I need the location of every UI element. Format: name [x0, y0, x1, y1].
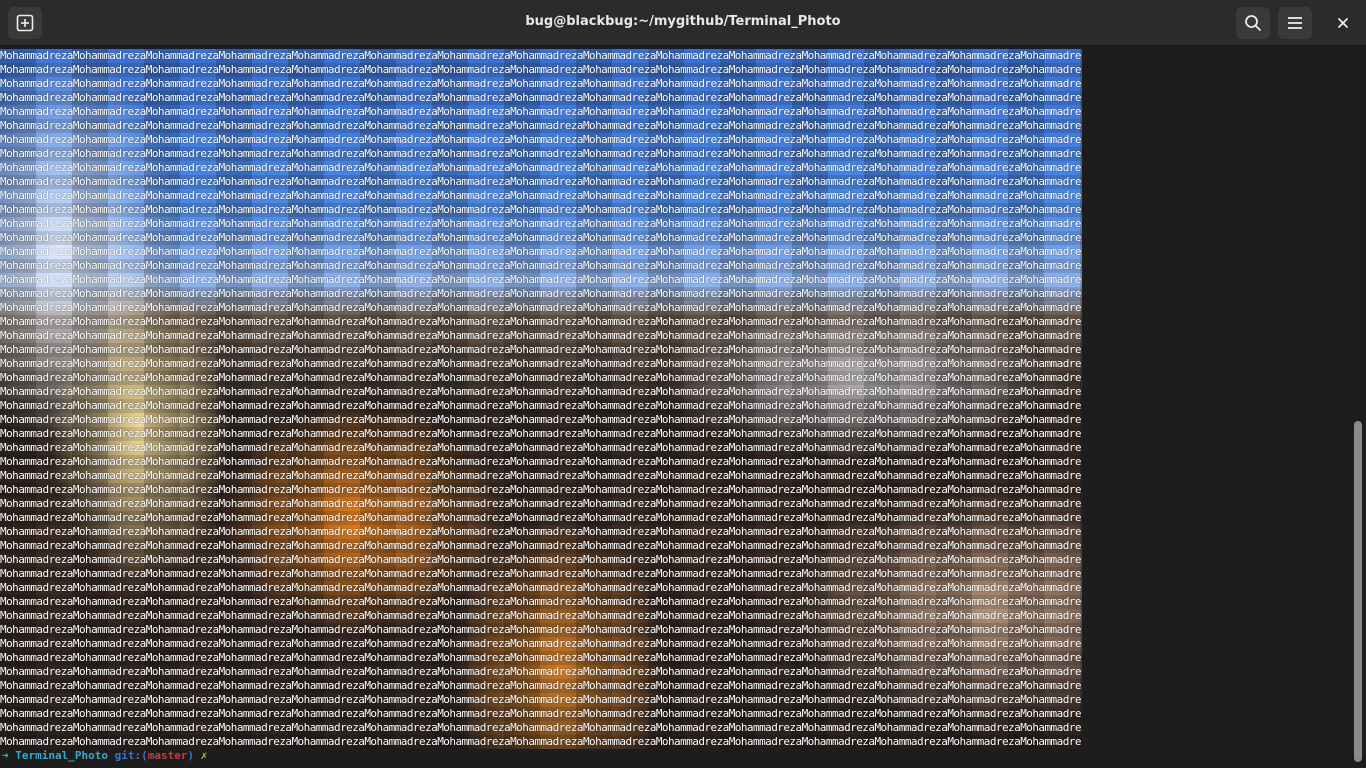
- ascii-art-line: MohammadrezaMohammadrezaMohammadrezaMoha…: [0, 399, 1082, 412]
- ascii-art-line: MohammadrezaMohammadrezaMohammadrezaMoha…: [0, 329, 1082, 342]
- ascii-art-line: MohammadrezaMohammadrezaMohammadrezaMoha…: [0, 245, 1082, 258]
- prompt-branch: master: [147, 749, 188, 762]
- ascii-art-line: MohammadrezaMohammadrezaMohammadrezaMoha…: [0, 385, 1082, 398]
- ascii-art-line: MohammadrezaMohammadrezaMohammadrezaMoha…: [0, 441, 1082, 454]
- ascii-art-line: MohammadrezaMohammadrezaMohammadrezaMoha…: [0, 357, 1082, 370]
- prompt-git-close: ): [187, 749, 195, 762]
- ascii-art-line: MohammadrezaMohammadrezaMohammadrezaMoha…: [0, 427, 1082, 440]
- ascii-art-line: MohammadrezaMohammadrezaMohammadrezaMoha…: [0, 371, 1082, 384]
- ascii-art-line: MohammadrezaMohammadrezaMohammadrezaMoha…: [0, 189, 1082, 202]
- ascii-art-line: MohammadrezaMohammadrezaMohammadrezaMoha…: [0, 497, 1082, 510]
- ascii-art-line: MohammadrezaMohammadrezaMohammadrezaMoha…: [0, 91, 1082, 104]
- terminal-view[interactable]: MohammadrezaMohammadrezaMohammadrezaMoha…: [0, 47, 1352, 768]
- ascii-art-line: MohammadrezaMohammadrezaMohammadrezaMoha…: [0, 175, 1082, 188]
- ascii-art-line: MohammadrezaMohammadrezaMohammadrezaMoha…: [0, 49, 1082, 62]
- ascii-art-line: MohammadrezaMohammadrezaMohammadrezaMoha…: [0, 609, 1082, 622]
- ascii-art-line: MohammadrezaMohammadrezaMohammadrezaMoha…: [0, 203, 1082, 216]
- menu-button[interactable]: [1278, 7, 1312, 39]
- prompt-directory: Terminal_Photo: [15, 749, 108, 762]
- ascii-art-line: MohammadrezaMohammadrezaMohammadrezaMoha…: [0, 721, 1082, 734]
- search-button[interactable]: [1236, 7, 1270, 39]
- ascii-art-line: MohammadrezaMohammadrezaMohammadrezaMoha…: [0, 301, 1082, 314]
- ascii-art-line: MohammadrezaMohammadrezaMohammadrezaMoha…: [0, 525, 1082, 538]
- new-tab-icon: [16, 14, 34, 32]
- header-bar: bug@blackbug:~/mygithub/Terminal_Photo: [0, 0, 1366, 46]
- ascii-art-line: MohammadrezaMohammadrezaMohammadrezaMoha…: [0, 217, 1082, 230]
- ascii-art-line: MohammadrezaMohammadrezaMohammadrezaMoha…: [0, 581, 1082, 594]
- ascii-art-line: MohammadrezaMohammadrezaMohammadrezaMoha…: [0, 483, 1082, 496]
- search-icon: [1245, 15, 1261, 31]
- new-tab-button[interactable]: [8, 7, 42, 39]
- close-icon: [1338, 18, 1348, 28]
- ascii-photo-text: MohammadrezaMohammadrezaMohammadrezaMoha…: [0, 49, 1082, 749]
- ascii-art-line: MohammadrezaMohammadrezaMohammadrezaMoha…: [0, 343, 1082, 356]
- prompt-dirty-marker: ✗: [200, 749, 208, 762]
- ascii-art-line: MohammadrezaMohammadrezaMohammadrezaMoha…: [0, 119, 1082, 132]
- ascii-art-line: MohammadrezaMohammadrezaMohammadrezaMoha…: [0, 147, 1082, 160]
- ascii-art-line: MohammadrezaMohammadrezaMohammadrezaMoha…: [0, 273, 1082, 286]
- ascii-art-line: MohammadrezaMohammadrezaMohammadrezaMoha…: [0, 511, 1082, 524]
- ascii-art-line: MohammadrezaMohammadrezaMohammadrezaMoha…: [0, 63, 1082, 76]
- shell-prompt: ➜ Terminal_Photo git:(master) ✗: [2, 749, 207, 763]
- ascii-art-line: MohammadrezaMohammadrezaMohammadrezaMoha…: [0, 679, 1082, 692]
- ascii-art-line: MohammadrezaMohammadrezaMohammadrezaMoha…: [0, 595, 1082, 608]
- ascii-art-line: MohammadrezaMohammadrezaMohammadrezaMoha…: [0, 133, 1082, 146]
- ascii-art-line: MohammadrezaMohammadrezaMohammadrezaMoha…: [0, 259, 1082, 272]
- ascii-art-line: MohammadrezaMohammadrezaMohammadrezaMoha…: [0, 315, 1082, 328]
- ascii-art-line: MohammadrezaMohammadrezaMohammadrezaMoha…: [0, 77, 1082, 90]
- ascii-art-line: MohammadrezaMohammadrezaMohammadrezaMoha…: [0, 455, 1082, 468]
- ascii-art-line: MohammadrezaMohammadrezaMohammadrezaMoha…: [0, 469, 1082, 482]
- ascii-art-line: MohammadrezaMohammadrezaMohammadrezaMoha…: [0, 707, 1082, 720]
- hamburger-menu-icon: [1288, 17, 1302, 29]
- ascii-art-line: MohammadrezaMohammadrezaMohammadrezaMoha…: [0, 651, 1082, 664]
- ascii-art-line: MohammadrezaMohammadrezaMohammadrezaMoha…: [0, 553, 1082, 566]
- ascii-art-line: MohammadrezaMohammadrezaMohammadrezaMoha…: [0, 623, 1082, 636]
- ascii-art-line: MohammadrezaMohammadrezaMohammadrezaMoha…: [0, 567, 1082, 580]
- scrollbar-thumb[interactable]: [1354, 421, 1362, 762]
- close-button[interactable]: [1326, 7, 1360, 39]
- ascii-art-line: MohammadrezaMohammadrezaMohammadrezaMoha…: [0, 637, 1082, 650]
- ascii-art-line: MohammadrezaMohammadrezaMohammadrezaMoha…: [0, 539, 1082, 552]
- ascii-art-line: MohammadrezaMohammadrezaMohammadrezaMoha…: [0, 665, 1082, 678]
- ascii-art-line: MohammadrezaMohammadrezaMohammadrezaMoha…: [0, 231, 1082, 244]
- ascii-art-line: MohammadrezaMohammadrezaMohammadrezaMoha…: [0, 413, 1082, 426]
- ascii-art-line: MohammadrezaMohammadrezaMohammadrezaMoha…: [0, 735, 1082, 748]
- window-title: bug@blackbug:~/mygithub/Terminal_Photo: [525, 14, 841, 29]
- ascii-art-line: MohammadrezaMohammadrezaMohammadrezaMoha…: [0, 693, 1082, 706]
- ascii-art-line: MohammadrezaMohammadrezaMohammadrezaMoha…: [0, 105, 1082, 118]
- ascii-art-line: MohammadrezaMohammadrezaMohammadrezaMoha…: [0, 161, 1082, 174]
- prompt-arrow: ➜: [2, 749, 9, 762]
- ascii-art-line: MohammadrezaMohammadrezaMohammadrezaMoha…: [0, 287, 1082, 300]
- prompt-git-label: git:(: [114, 749, 148, 762]
- vertical-scrollbar[interactable]: [1352, 47, 1366, 768]
